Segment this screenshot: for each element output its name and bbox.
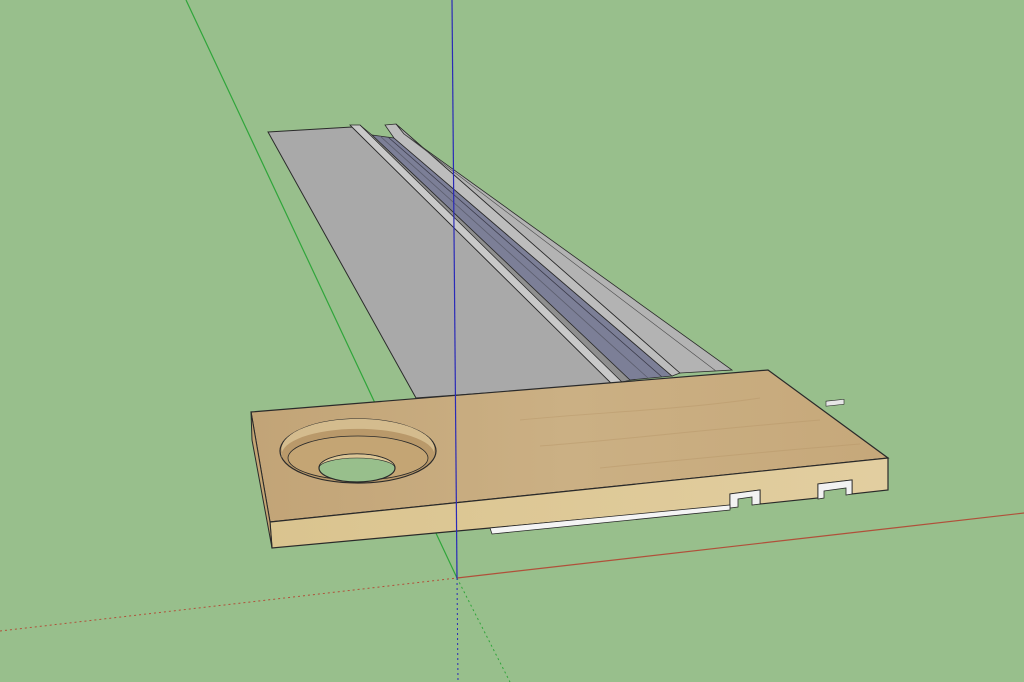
counterbore-hole[interactable] xyxy=(279,418,437,484)
model-canvas[interactable] xyxy=(0,0,1024,682)
sketchup-3d-viewport[interactable] xyxy=(0,0,1024,682)
